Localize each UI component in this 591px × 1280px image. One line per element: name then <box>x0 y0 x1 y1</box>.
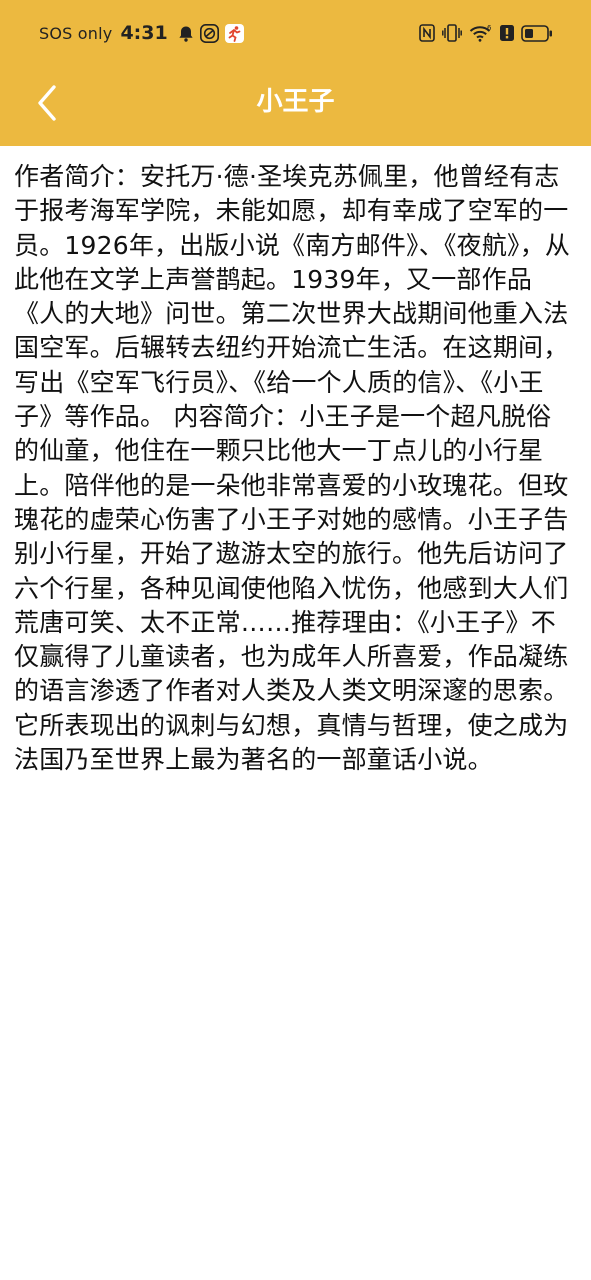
bell-icon <box>178 25 194 42</box>
carrier-status: SOS only <box>39 23 113 43</box>
clock: 4:31 <box>120 22 168 44</box>
back-button[interactable] <box>22 78 72 128</box>
status-right-group: 6 <box>419 24 553 42</box>
chevron-left-icon <box>38 85 56 121</box>
nfc-icon <box>419 24 435 42</box>
svg-text:6: 6 <box>487 24 492 32</box>
fitness-app-icon <box>224 23 244 43</box>
status-bar: SOS only 4:31 6 <box>0 0 591 66</box>
book-description: 作者简介：安托万·德·圣埃克苏佩里，他曾经有志于报考海军学院，未能如愿，却有幸成… <box>14 162 571 775</box>
wifi-icon: 6 <box>469 24 493 42</box>
battery-icon <box>521 24 553 42</box>
app-header: SOS only 4:31 6 小王子 <box>0 0 591 146</box>
toolbar: 小王子 <box>0 66 591 146</box>
app-notification-icon <box>199 23 219 43</box>
vibrate-icon <box>442 24 462 42</box>
page-title: 小王子 <box>256 87 335 117</box>
status-left-group: SOS only 4:31 <box>39 22 244 44</box>
alert-icon <box>500 25 514 41</box>
